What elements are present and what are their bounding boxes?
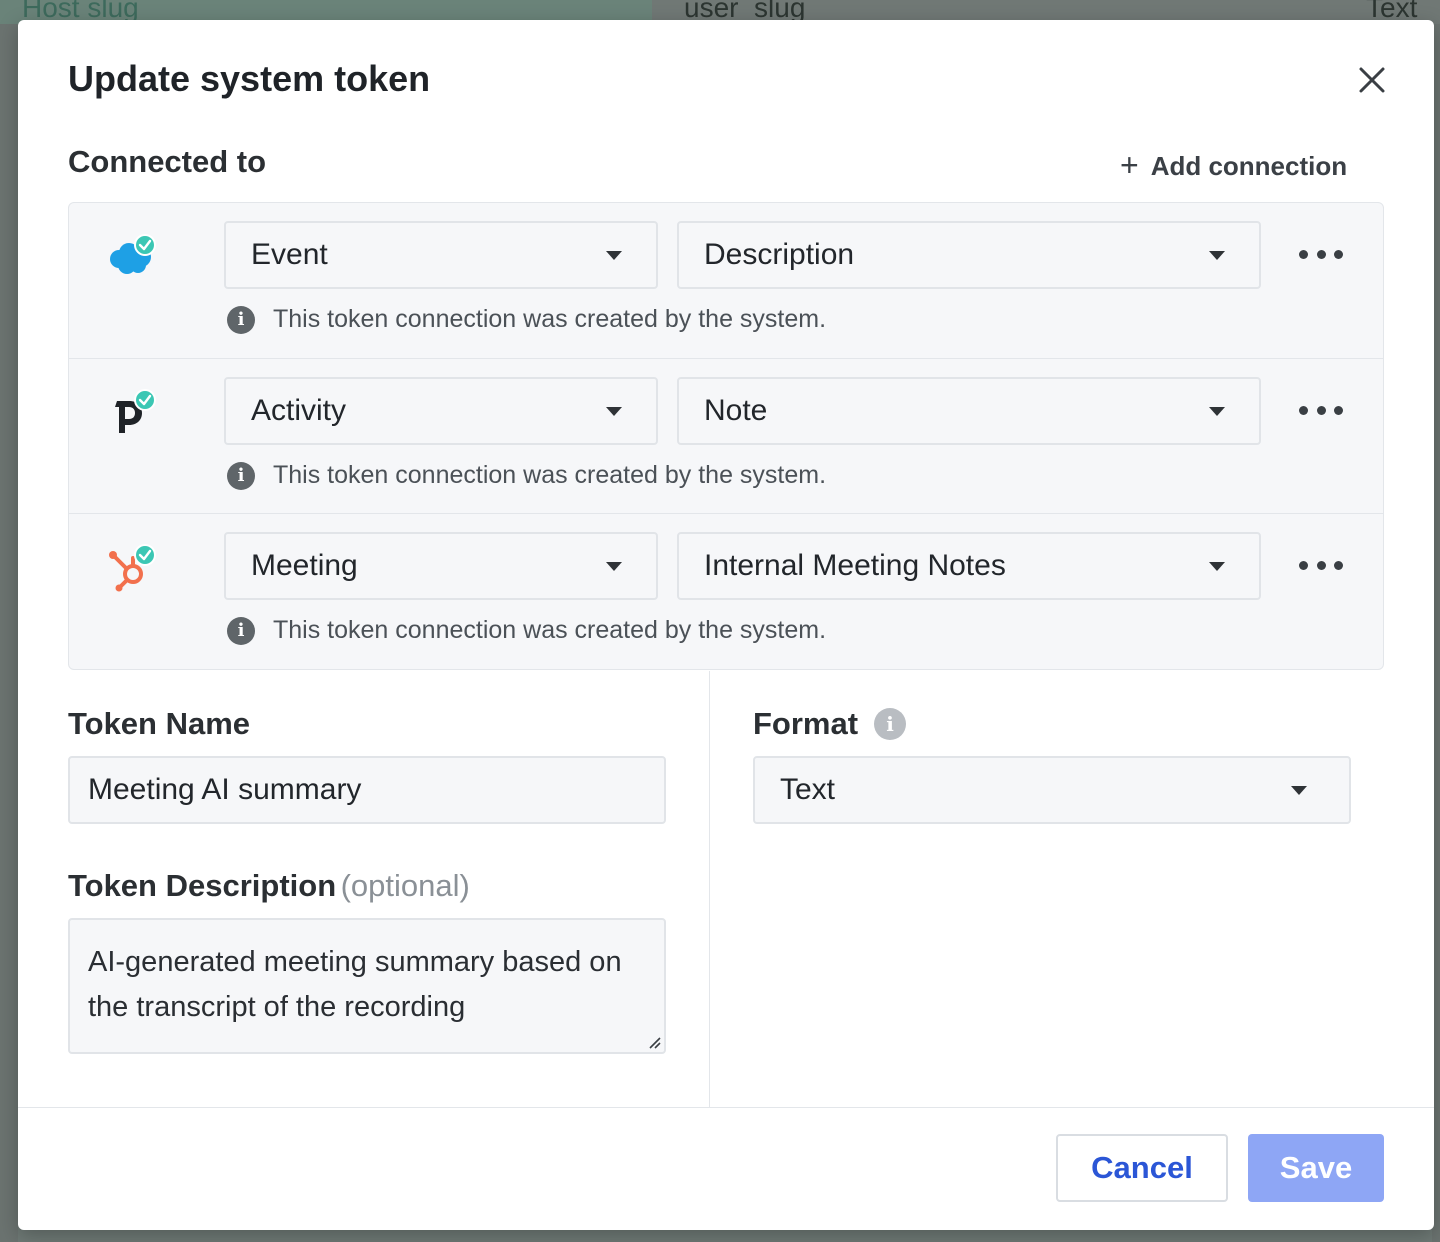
more-options-button[interactable] [1299,395,1343,425]
column-divider [709,671,710,1107]
caret-down-icon [606,562,622,571]
footer-divider [18,1107,1434,1108]
modal-title: Update system token [68,58,431,99]
token-name-label: Token Name [68,706,251,741]
connected-to-label: Connected to [68,144,267,179]
token-description-value: AI-generated meeting summary based on th… [88,946,622,1023]
caret-down-icon [1291,786,1307,795]
background-left-edge [0,24,18,1242]
pipedrive-logo-icon [105,387,157,439]
field-select[interactable]: Internal Meeting Notes [677,532,1261,600]
info-icon: i [227,305,255,334]
system-note: i This token connection was created by t… [227,616,826,645]
caret-down-icon [1209,251,1225,260]
field-select[interactable]: Description [677,221,1261,289]
more-options-button[interactable] [1299,550,1343,580]
token-description-label: Token Description [68,868,337,903]
ellipsis-dot [1316,249,1326,259]
connection-row: Meeting Internal Meeting Notes i This to… [69,513,1383,668]
system-note: i This token connection was created by t… [227,461,826,490]
info-icon: i [227,461,255,490]
system-note-text: This token connection was created by the… [273,616,827,644]
object-select-value: Activity [251,394,347,427]
caret-down-icon [606,407,622,416]
caret-down-icon [1209,562,1225,571]
optional-hint: (optional) [340,868,470,903]
object-select[interactable]: Meeting [224,532,658,600]
connection-row: Activity Note i This token connection wa… [69,358,1383,513]
save-button[interactable]: Save [1248,1134,1384,1202]
ellipsis-dot [1334,560,1343,570]
system-note-text: This token connection was created by the… [273,305,827,333]
token-description-label-group: Token Description (optional) [68,868,470,904]
format-select[interactable]: Text [753,756,1351,824]
resize-handle-icon[interactable] [647,1035,661,1049]
format-label-group: Format i [753,706,907,742]
close-icon [1359,67,1385,93]
system-note: i This token connection was created by t… [227,305,826,334]
add-connection-label: Add connection [1150,150,1348,181]
ellipsis-dot [1334,249,1343,259]
update-token-modal: Update system token Connected to + Add c… [18,20,1434,1230]
caret-down-icon [1209,407,1225,416]
token-description-textarea[interactable]: AI-generated meeting summary based on th… [68,918,666,1054]
more-options-button[interactable] [1299,239,1343,269]
connection-row: Event Description i This token connectio… [69,203,1383,358]
close-button[interactable] [1354,62,1390,98]
object-select[interactable]: Event [224,221,658,289]
format-select-value: Text [780,773,836,806]
token-name-value: Meeting AI summary [88,773,362,806]
format-info-icon[interactable]: i [874,708,907,740]
object-select-value: Meeting [251,549,358,582]
system-note-text: This token connection was created by the… [273,461,827,489]
info-icon: i [227,616,255,645]
salesforce-logo-icon [105,231,157,283]
hubspot-logo-icon [105,542,157,594]
ellipsis-dot [1316,405,1326,415]
ellipsis-dot [1334,405,1343,415]
ellipsis-icon [1299,405,1308,415]
caret-down-icon [606,251,622,260]
connections-list: Event Description i This token connectio… [68,202,1384,670]
plus-icon: + [1120,146,1139,183]
object-select[interactable]: Activity [224,377,658,445]
add-connection-button[interactable]: + Add connection [1120,148,1347,184]
ellipsis-dot [1316,560,1326,570]
ellipsis-icon [1299,249,1308,259]
token-name-input[interactable]: Meeting AI summary [68,756,666,824]
ellipsis-icon [1299,560,1308,570]
cancel-button[interactable]: Cancel [1056,1134,1228,1202]
field-select[interactable]: Note [677,377,1261,445]
field-select-value: Internal Meeting Notes [704,549,1006,582]
field-select-value: Description [704,238,855,271]
object-select-value: Event [251,238,328,271]
format-label: Format [753,706,859,741]
field-select-value: Note [704,394,768,427]
